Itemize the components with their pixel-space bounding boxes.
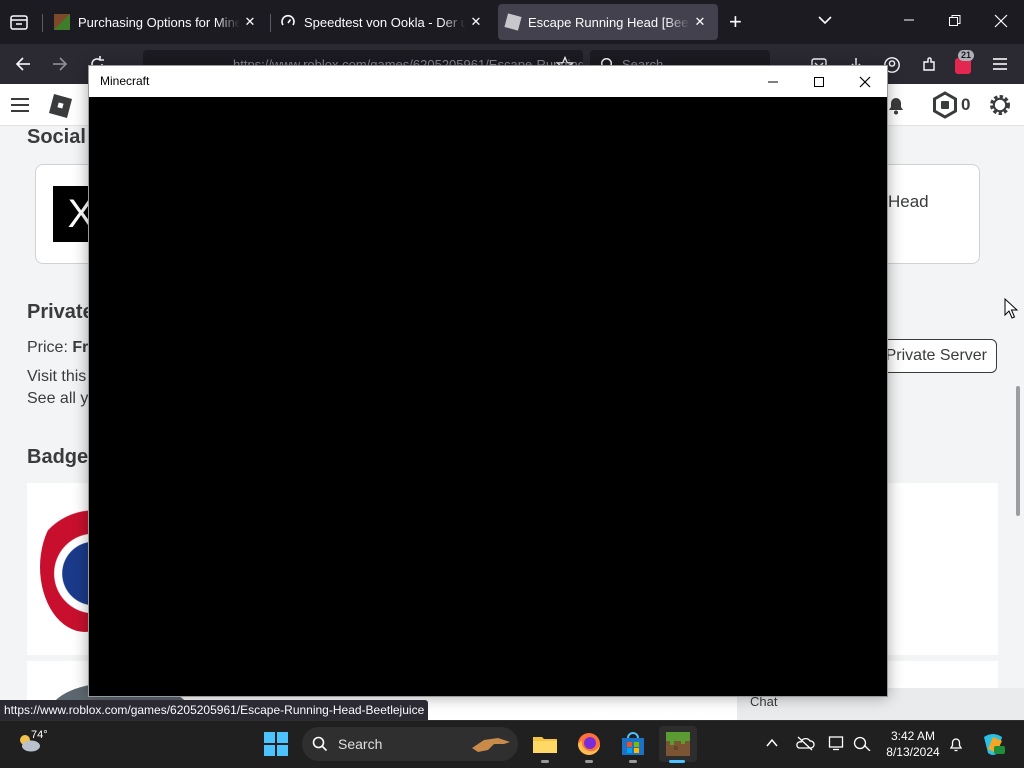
minecraft-window-title: Minecraft <box>100 74 150 88</box>
tab-label: Escape Running Head [Beetlejuice] <box>528 14 690 30</box>
price-line: Price: Fre <box>27 339 97 357</box>
page-scrollbar[interactable] <box>1016 386 1020 516</box>
mouse-cursor-icon <box>1004 298 1018 320</box>
forward-icon[interactable] <box>51 55 69 73</box>
close-icon <box>859 76 871 87</box>
visit-text: Visit this <box>27 368 87 385</box>
speedtest-favicon-icon <box>280 14 296 30</box>
tab-list-icon[interactable] <box>8 12 30 32</box>
extensions-icon[interactable] <box>920 56 938 74</box>
clock-time: 3:42 AM <box>890 729 936 743</box>
minecraft-app-icon <box>664 730 692 758</box>
hamburger-menu-icon[interactable] <box>10 97 30 113</box>
copilot-icon[interactable] <box>980 731 1006 757</box>
minecraft-favicon-icon <box>54 14 70 30</box>
tab-escape-running-head[interactable]: Escape Running Head [Beetlejuice] ✕ <box>498 4 718 40</box>
list-all-tabs-icon[interactable] <box>817 14 833 26</box>
roblox-favicon-icon <box>504 13 522 31</box>
running-indicator <box>629 760 637 763</box>
microsoft-store-icon[interactable] <box>619 730 647 758</box>
minimize-window-button[interactable] <box>750 66 796 97</box>
close-tab-icon[interactable]: ✕ <box>690 14 710 30</box>
show-hidden-icons-icon[interactable] <box>765 737 779 749</box>
search-highlight-dinosaur-icon <box>470 732 514 756</box>
onedrive-offline-icon[interactable] <box>795 735 815 751</box>
tab-purchasing-options[interactable]: Purchasing Options for Minecraft ✕ <box>46 4 268 40</box>
maximize-window-button[interactable] <box>796 66 842 97</box>
windows-start-icon[interactable] <box>263 731 289 757</box>
network-icon[interactable] <box>853 735 871 751</box>
active-indicator <box>669 760 685 763</box>
tab-label: Purchasing Options for Minecraft <box>78 14 240 30</box>
close-tab-icon[interactable]: ✕ <box>240 14 260 30</box>
weather-temperature: 74° <box>31 729 48 741</box>
taskbar-search-icon <box>312 736 328 752</box>
close-browser-icon[interactable] <box>994 14 1008 28</box>
running-indicator <box>541 760 549 763</box>
maximize-icon <box>814 76 824 87</box>
firefox-icon[interactable] <box>575 730 603 758</box>
link-status-bar: https://www.roblox.com/games/6205205961/… <box>0 700 429 720</box>
see-all-text[interactable]: See all y <box>27 390 88 408</box>
minimize-icon <box>768 81 778 82</box>
close-tab-icon[interactable]: ✕ <box>466 14 486 30</box>
settings-gear-icon[interactable] <box>987 92 1013 118</box>
robux-icon[interactable] <box>931 91 959 119</box>
close-window-button[interactable] <box>842 66 888 97</box>
tab-speedtest[interactable]: Speedtest von Ookla - Der umfassende ✕ <box>272 4 494 40</box>
tab-label: Speedtest von Ookla - Der umfassende <box>304 14 466 30</box>
display-icon[interactable] <box>828 735 846 751</box>
private-servers-heading: Private <box>27 301 94 323</box>
badges-heading: Badge <box>27 446 89 468</box>
minecraft-window[interactable]: Minecraft <box>88 65 888 697</box>
restore-browser-icon[interactable] <box>948 14 962 28</box>
notifications-bell-icon[interactable] <box>885 94 907 116</box>
running-indicator <box>585 760 593 763</box>
app-menu-icon[interactable] <box>992 57 1008 71</box>
notification-count-badge: 21 <box>958 50 975 61</box>
roblox-logo-icon[interactable] <box>46 92 74 120</box>
price-label: Price: <box>27 339 68 356</box>
notification-bell-icon[interactable] <box>948 736 964 752</box>
new-tab-button[interactable]: + <box>729 10 742 34</box>
social-heading: Social <box>27 126 86 148</box>
system-clock[interactable]: 3:42 AM 8/13/2024 <box>878 728 948 760</box>
minimize-browser-icon[interactable] <box>902 13 916 27</box>
file-explorer-icon[interactable] <box>531 730 559 758</box>
back-icon[interactable] <box>14 55 32 73</box>
social-link-text[interactable]: Head <box>888 192 929 212</box>
robux-count: 0 <box>961 95 971 114</box>
minecraft-game-canvas[interactable] <box>89 97 887 696</box>
clock-date: 8/13/2024 <box>886 745 940 759</box>
